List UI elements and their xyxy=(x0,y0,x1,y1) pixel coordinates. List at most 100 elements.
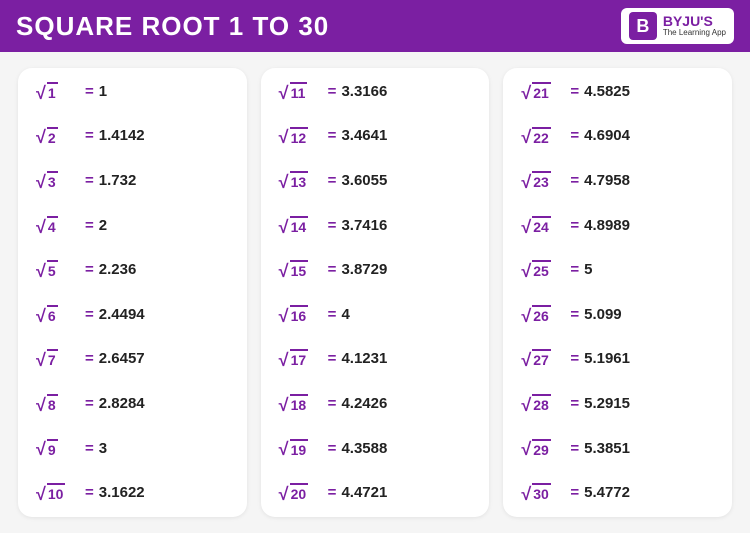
table-row: √10=3.1622 xyxy=(36,483,229,503)
sqrt-number: 26 xyxy=(532,305,551,325)
sqrt-number: 5 xyxy=(47,260,58,280)
sqrt-number: 1 xyxy=(47,82,58,102)
card-col2: √11=3.3166√12=3.4641√13=3.6055√14=3.7416… xyxy=(261,68,490,517)
sqrt-number: 30 xyxy=(532,483,551,503)
sqrt-value: 4.3588 xyxy=(341,440,387,458)
equals-sign: = xyxy=(570,261,579,279)
sqrt-expr: √3 xyxy=(36,171,80,191)
sqrt-symbol: √ xyxy=(521,485,531,503)
sqrt-expr: √20 xyxy=(279,483,323,503)
table-row: √15=3.8729 xyxy=(279,260,472,280)
sqrt-expr: √18 xyxy=(279,394,323,414)
logo-area: B BYJU'S The Learning App xyxy=(621,8,734,44)
equals-sign: = xyxy=(570,440,579,458)
sqrt-number: 14 xyxy=(290,216,309,236)
equals-sign: = xyxy=(328,306,337,324)
equals-sign: = xyxy=(85,127,94,145)
sqrt-expr: √30 xyxy=(521,483,565,503)
sqrt-expr: √24 xyxy=(521,216,565,236)
card-col3: √21=4.5825√22=4.6904√23=4.7958√24=4.8989… xyxy=(503,68,732,517)
sqrt-number: 27 xyxy=(532,349,551,369)
sqrt-value: 4.7958 xyxy=(584,172,630,190)
sqrt-expr: √25 xyxy=(521,260,565,280)
sqrt-symbol: √ xyxy=(521,440,531,458)
sqrt-value: 5.099 xyxy=(584,306,622,324)
logo-b-box: B xyxy=(629,12,657,40)
table-row: √18=4.2426 xyxy=(279,394,472,414)
sqrt-symbol: √ xyxy=(36,84,46,102)
table-row: √11=3.3166 xyxy=(279,82,472,102)
sqrt-number: 6 xyxy=(47,305,58,325)
table-row: √30=5.4772 xyxy=(521,483,714,503)
sqrt-symbol: √ xyxy=(279,173,289,191)
sqrt-symbol: √ xyxy=(279,262,289,280)
equals-sign: = xyxy=(85,395,94,413)
table-row: √26=5.099 xyxy=(521,305,714,325)
sqrt-number: 12 xyxy=(290,127,309,147)
sqrt-symbol: √ xyxy=(521,173,531,191)
equals-sign: = xyxy=(85,217,94,235)
equals-sign: = xyxy=(570,83,579,101)
equals-sign: = xyxy=(85,484,94,502)
sqrt-expr: √15 xyxy=(279,260,323,280)
sqrt-number: 8 xyxy=(47,394,58,414)
sqrt-expr: √21 xyxy=(521,82,565,102)
sqrt-value: 2 xyxy=(99,217,107,235)
sqrt-expr: √5 xyxy=(36,260,80,280)
sqrt-symbol: √ xyxy=(36,440,46,458)
equals-sign: = xyxy=(85,440,94,458)
equals-sign: = xyxy=(85,350,94,368)
logo-byju: BYJU'S xyxy=(663,14,726,29)
sqrt-number: 24 xyxy=(532,216,551,236)
table-row: √28=5.2915 xyxy=(521,394,714,414)
sqrt-number: 2 xyxy=(47,127,58,147)
sqrt-number: 22 xyxy=(532,127,551,147)
sqrt-value: 3.3166 xyxy=(341,83,387,101)
sqrt-number: 9 xyxy=(47,439,58,459)
sqrt-symbol: √ xyxy=(36,173,46,191)
table-row: √4 = 2 xyxy=(36,216,229,236)
sqrt-symbol: √ xyxy=(36,485,46,503)
sqrt-expr: √4 xyxy=(36,216,80,236)
sqrt-value: 4.4721 xyxy=(341,484,387,502)
sqrt-symbol: √ xyxy=(279,396,289,414)
sqrt-expr: √13 xyxy=(279,171,323,191)
sqrt-symbol: √ xyxy=(521,351,531,369)
logo-sub: The Learning App xyxy=(663,29,726,38)
sqrt-number: 29 xyxy=(532,439,551,459)
table-row: √13=3.6055 xyxy=(279,171,472,191)
equals-sign: = xyxy=(570,127,579,145)
sqrt-value: 2.4494 xyxy=(99,306,145,324)
table-row: √6=2.4494 xyxy=(36,305,229,325)
sqrt-expr: √9 xyxy=(36,439,80,459)
sqrt-symbol: √ xyxy=(36,307,46,325)
equals-sign: = xyxy=(328,217,337,235)
sqrt-value: 3.4641 xyxy=(341,127,387,145)
sqrt-expr: √23 xyxy=(521,171,565,191)
sqrt-symbol: √ xyxy=(521,218,531,236)
sqrt-value: 4.8989 xyxy=(584,217,630,235)
sqrt-expr: √2 xyxy=(36,127,80,147)
sqrt-symbol: √ xyxy=(279,128,289,146)
table-row: √9=3 xyxy=(36,439,229,459)
table-row: √19 =4.3588 xyxy=(279,439,472,459)
equals-sign: = xyxy=(328,440,337,458)
sqrt-expr: √19 xyxy=(279,439,323,459)
sqrt-symbol: √ xyxy=(521,128,531,146)
sqrt-value: 5.3851 xyxy=(584,440,630,458)
table-row: √5=2.236 xyxy=(36,260,229,280)
sqrt-number: 28 xyxy=(532,394,551,414)
table-row: √29 = 5.3851 xyxy=(521,439,714,459)
sqrt-number: 23 xyxy=(532,171,551,191)
table-row: √2=1.4142 xyxy=(36,127,229,147)
sqrt-number: 10 xyxy=(47,483,66,503)
equals-sign: = xyxy=(570,350,579,368)
equals-sign: = xyxy=(85,172,94,190)
sqrt-number: 11 xyxy=(290,82,308,102)
table-row: √21=4.5825 xyxy=(521,82,714,102)
table-row: √14=3.7416 xyxy=(279,216,472,236)
sqrt-symbol: √ xyxy=(521,307,531,325)
sqrt-value: 4.6904 xyxy=(584,127,630,145)
table-row: √22 = 4.6904 xyxy=(521,127,714,147)
table-row: √1=1 xyxy=(36,82,229,102)
